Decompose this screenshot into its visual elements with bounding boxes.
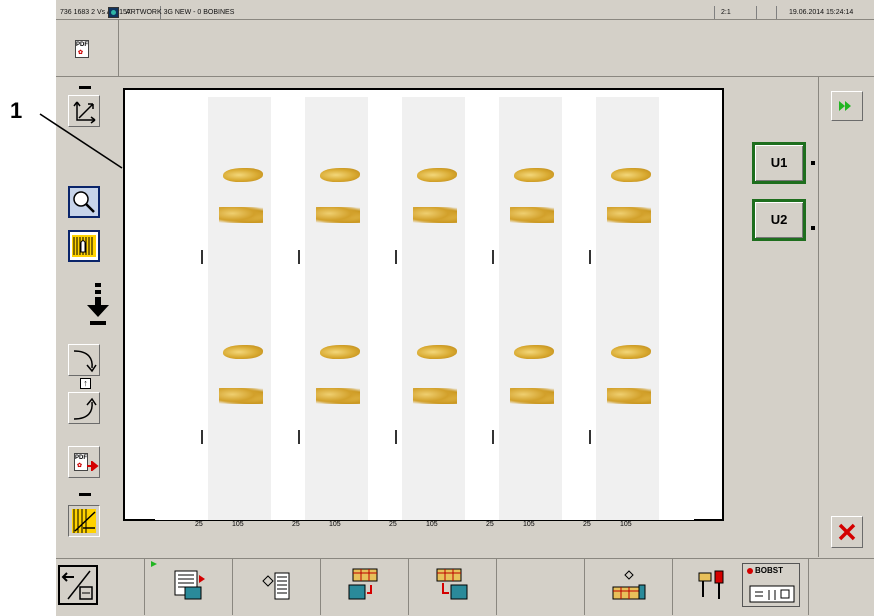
register-mark [492,250,494,264]
zoom-ratio: 2:1 [721,9,731,16]
u1-indicator [811,161,815,165]
gold-motif [514,345,554,359]
dimension-label: 25 [583,521,591,528]
callout-label: 1 [10,98,23,123]
register-mark [492,430,494,444]
window-title: ARTWORK 3G NEW - 0 BOBINES [126,9,235,16]
pdf-export-icon: PDF [74,453,88,471]
gold-motif [223,168,263,182]
gold-motif [417,168,457,182]
dimension-label: 25 [486,521,494,528]
right-divider [818,77,819,557]
tools-button[interactable] [694,566,734,604]
dimension-label: 105 [426,521,438,528]
rotate-clockwise-icon [73,350,97,373]
pdf-view-button[interactable]: PDF [66,34,96,64]
gold-motif [316,207,360,223]
dimension-label: 25 [389,521,397,528]
machine-layout-button[interactable] [608,566,648,604]
play-indicator-icon [151,561,157,567]
upload-from-machine-icon [436,568,468,600]
diamond-machine-icon [612,570,646,600]
dash-indicator-2 [79,493,91,496]
gold-motif [316,388,360,404]
gold-motif [413,388,457,404]
dimension-label: 105 [620,521,632,528]
transfer-button[interactable] [58,565,98,605]
move-down-icon [87,283,109,325]
gold-motif [413,207,457,223]
app-logo-icon [108,7,119,18]
register-mark [395,250,397,264]
datetime: 19.06.2014 15:24:14 [789,9,854,16]
gold-motif [510,388,554,404]
top-toolbar [56,20,874,77]
flip-toggle-icon[interactable]: ↑ [80,378,91,389]
gold-motif [611,168,651,182]
job-list-button[interactable] [170,568,210,604]
close-icon [838,523,856,541]
dash-indicator [79,86,91,89]
pdf-file-icon: PDF [75,40,89,58]
gold-motif [417,345,457,359]
register-mark [298,250,300,264]
u2-indicator [811,226,815,230]
rotate-ccw-button[interactable] [68,392,100,424]
dimension-label: 105 [232,521,244,528]
tools-icon [698,570,724,599]
job-id: 736 1683 2 Vs A pr157 [60,9,131,16]
bobst-logo: BOBST [755,566,783,575]
u2-button[interactable]: U2 [752,199,806,241]
pan-button[interactable] [68,230,100,262]
dimension-label: 105 [523,521,535,528]
magnifier-icon [73,191,95,213]
red-arrow-icon [87,461,99,471]
gold-motif [611,345,651,359]
yellow-strip-cut-icon [72,509,96,533]
job-list-monitor-icon [174,570,205,600]
dimension-label: 25 [195,521,203,528]
gold-motif [514,168,554,182]
fast-forward-icon [839,101,851,111]
next-button[interactable] [831,91,863,121]
diamond-list-icon [262,572,290,600]
status-dot-icon [747,568,753,574]
register-mark [395,430,397,444]
gold-motif [320,345,360,359]
trim-marks-button[interactable] [68,505,100,537]
gold-motif [219,207,263,223]
dimension-label: 105 [329,521,341,528]
rotate-cw-button[interactable] [68,344,100,376]
zoom-button[interactable] [68,186,100,218]
register-mark [201,250,203,264]
rotate-counterclockwise-icon [73,397,97,420]
upload-job-button[interactable] [432,566,472,604]
gold-motif [320,168,360,182]
export-pdf-button[interactable]: PDF [68,446,100,478]
download-job-button[interactable] [344,566,384,604]
artwork-canvas[interactable] [123,88,724,521]
u1-button[interactable]: U1 [752,142,806,184]
gold-motif [607,388,651,404]
dimension-label: 25 [292,521,300,528]
title-bar: 736 1683 2 Vs A pr157 ARTWORK 3G NEW - 0… [56,6,874,20]
close-button[interactable] [831,516,863,548]
machine-icon [749,585,795,603]
register-mark [201,430,203,444]
gold-motif [219,388,263,404]
gold-motif [510,207,554,223]
callout-leader-line [39,113,123,169]
bobst-machine-button[interactable]: BOBST [742,563,800,607]
download-to-monitor-icon [348,568,378,600]
register-mark [589,250,591,264]
hand-barcode-icon [72,235,96,257]
register-mark [298,430,300,444]
layout-list-button[interactable] [256,568,296,604]
register-mark [589,430,591,444]
gold-motif [607,207,651,223]
gold-motif [223,345,263,359]
arrow-split-icon [61,570,93,600]
